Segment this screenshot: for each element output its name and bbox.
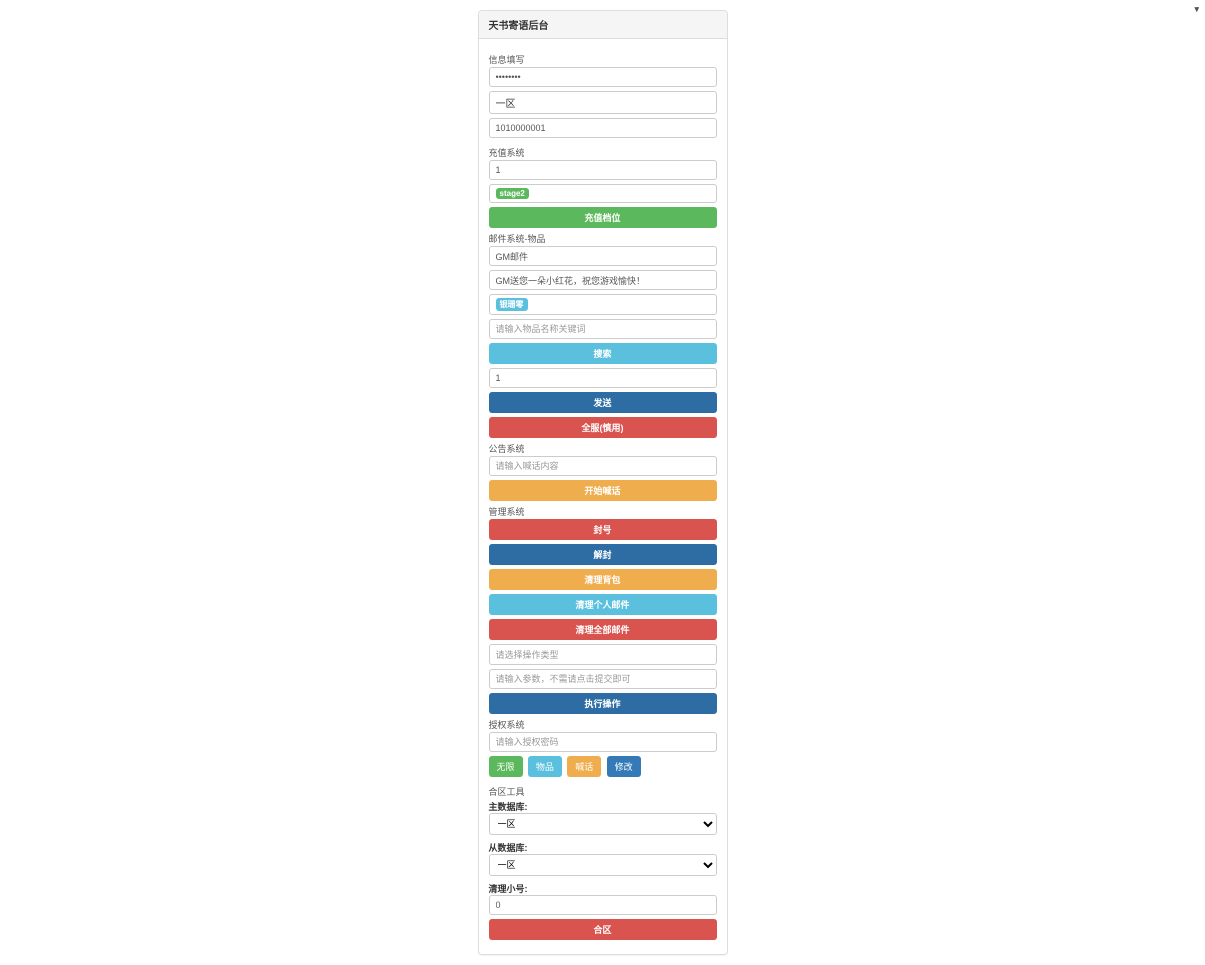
clear-bag-button[interactable]: 清理背包 xyxy=(489,569,717,590)
recharge-tier-badge: stage2 xyxy=(496,188,529,199)
panel-title: 天书寄语后台 xyxy=(479,11,727,39)
auth-shout-button[interactable]: 喊话 xyxy=(567,756,601,777)
recharge-tier-select[interactable]: stage2 ▾ xyxy=(489,184,717,203)
auth-item-button[interactable]: 物品 xyxy=(528,756,562,777)
clear-all-mail-button[interactable]: 清理全部邮件 xyxy=(489,619,717,640)
chevron-down-icon: ▾ xyxy=(1194,4,1199,15)
manage-type-placeholder: 请选择操作类型 xyxy=(496,648,559,661)
mail-body-input[interactable] xyxy=(489,270,717,290)
announce-button[interactable]: 开始喊话 xyxy=(489,480,717,501)
auth-password-input[interactable] xyxy=(489,732,717,752)
section-manage-label: 管理系统 xyxy=(489,505,717,518)
merge-sub-select[interactable]: 一区 xyxy=(489,854,717,876)
section-merge-label: 合区工具 xyxy=(489,785,717,798)
manage-type-select[interactable]: 请选择操作类型 ▾ xyxy=(489,644,717,665)
merge-main-select[interactable]: 一区 xyxy=(489,813,717,835)
section-mail-label: 邮件系统-物品 xyxy=(489,232,717,245)
mail-item-badge: 银珊零 xyxy=(496,298,528,311)
manage-param-input[interactable] xyxy=(489,669,717,689)
admin-panel: 天书寄语后台 信息填写 一区 ▾ 充值系统 stage2 ▾ 充值档位 邮件系统… xyxy=(478,10,728,955)
ban-button[interactable]: 封号 xyxy=(489,519,717,540)
password-input[interactable] xyxy=(489,67,717,87)
merge-button[interactable]: 合区 xyxy=(489,919,717,940)
clear-self-mail-button[interactable]: 清理个人邮件 xyxy=(489,594,717,615)
auth-button-row: 无限 物品 喊话 修改 xyxy=(489,756,717,781)
merge-main-label: 主数据库: xyxy=(489,800,717,813)
mail-qty-input[interactable] xyxy=(489,368,717,388)
merge-clean-label: 清理小号: xyxy=(489,882,717,895)
chevron-down-icon: ▾ xyxy=(1194,4,1199,15)
search-button[interactable]: 搜索 xyxy=(489,343,717,364)
recharge-button[interactable]: 充值档位 xyxy=(489,207,717,228)
item-search-input[interactable] xyxy=(489,319,717,339)
auth-modify-button[interactable]: 修改 xyxy=(607,756,641,777)
chevron-down-icon: ▾ xyxy=(1194,4,1199,15)
section-info-label: 信息填写 xyxy=(489,53,717,66)
merge-sub-label: 从数据库: xyxy=(489,841,717,854)
section-recharge-label: 充值系统 xyxy=(489,146,717,159)
auth-none-button[interactable]: 无限 xyxy=(489,756,523,777)
chevron-down-icon: ▾ xyxy=(1194,4,1199,15)
announce-input[interactable] xyxy=(489,456,717,476)
player-id-input[interactable] xyxy=(489,118,717,138)
mail-title-input[interactable] xyxy=(489,246,717,266)
unban-button[interactable]: 解封 xyxy=(489,544,717,565)
zone-select-value: 一区 xyxy=(496,95,516,110)
section-announce-label: 公告系统 xyxy=(489,442,717,455)
panel-body: 信息填写 一区 ▾ 充值系统 stage2 ▾ 充值档位 邮件系统-物品 银珊零… xyxy=(479,39,727,954)
section-auth-label: 授权系统 xyxy=(489,718,717,731)
send-mail-button[interactable]: 发送 xyxy=(489,392,717,413)
mail-item-select[interactable]: 银珊零 ▾ xyxy=(489,294,717,315)
zone-select[interactable]: 一区 ▾ xyxy=(489,91,717,114)
send-all-button[interactable]: 全服(慎用) xyxy=(489,417,717,438)
execute-button[interactable]: 执行操作 xyxy=(489,693,717,714)
merge-clean-input[interactable] xyxy=(489,895,717,915)
recharge-amount-input[interactable] xyxy=(489,160,717,180)
